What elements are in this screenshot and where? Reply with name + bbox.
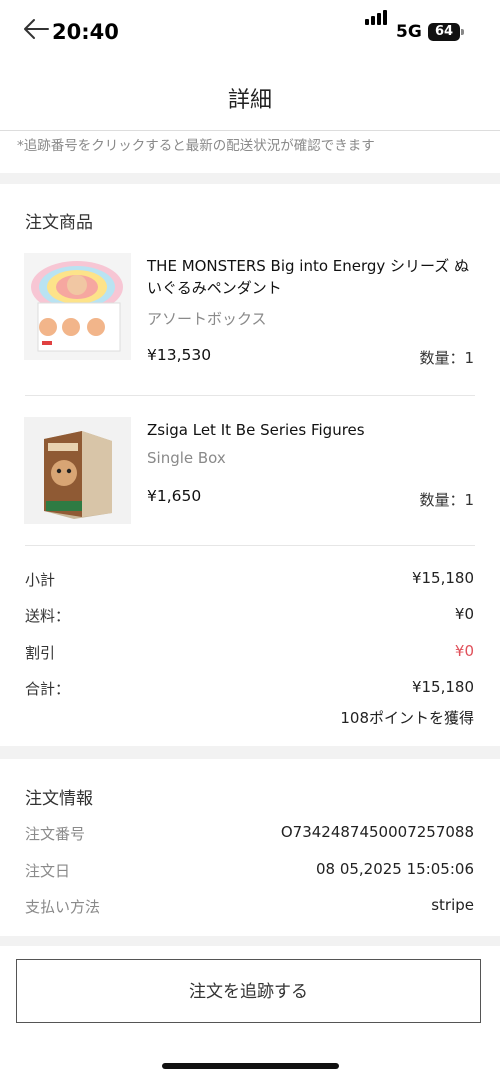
subtotal-value: ¥15,180 (411, 569, 474, 587)
product-name[interactable]: Zsiga Let It Be Series Figures (147, 419, 477, 441)
order-number-value[interactable]: O7342487450007257088 (281, 823, 474, 841)
order-date-value: 08 05,2025 15:05:06 (315, 860, 474, 878)
product-variant: Single Box (147, 449, 226, 467)
divider (25, 395, 475, 396)
items-section-title: 注文商品 (25, 213, 93, 233)
product-quantity: 数量：1 (419, 349, 474, 367)
status-time: 20:40 (52, 20, 119, 44)
divider (25, 545, 475, 546)
product-quantity: 数量：1 (419, 491, 474, 509)
tracking-notice: *追跡番号をクリックすると最新の配送状況が確認できます (17, 138, 375, 154)
order-info-title: 注文情報 (25, 789, 93, 809)
subtotal-label: 小計 (25, 571, 56, 589)
home-indicator[interactable] (162, 1063, 339, 1069)
order-date-label: 注文日 (25, 862, 71, 880)
discount-label: 割引 (25, 644, 56, 662)
shipping-value: ¥0 (454, 605, 474, 623)
total-label: 合計： (25, 680, 71, 698)
back-arrow-icon[interactable] (22, 16, 50, 42)
shipping-label: 送料： (25, 607, 71, 625)
battery-icon: 64 (428, 23, 464, 41)
track-order-button[interactable]: 注文を追跡する (16, 959, 481, 1023)
product-image-zsiga[interactable] (24, 417, 131, 524)
product-price: ¥1,650 (147, 487, 202, 505)
network-type: 5G (396, 22, 422, 42)
product-variant: アソートボックス (147, 310, 267, 328)
payment-method-value: stripe (431, 896, 474, 914)
page-title: 詳細 (227, 88, 272, 113)
points-earned: 108ポイントを獲得 (340, 709, 474, 727)
product-image-monsters[interactable] (24, 253, 131, 360)
product-name[interactable]: THE MONSTERS Big into Energy シリーズ ぬいぐるみペ… (147, 255, 477, 299)
discount-value: ¥0 (454, 642, 474, 660)
status-bar: 20:40 5G 64 (0, 0, 500, 70)
order-number-label: 注文番号 (25, 825, 86, 843)
total-value: ¥15,180 (411, 678, 474, 696)
payment-method-label: 支払い方法 (25, 898, 101, 916)
product-price: ¥13,530 (147, 346, 212, 364)
